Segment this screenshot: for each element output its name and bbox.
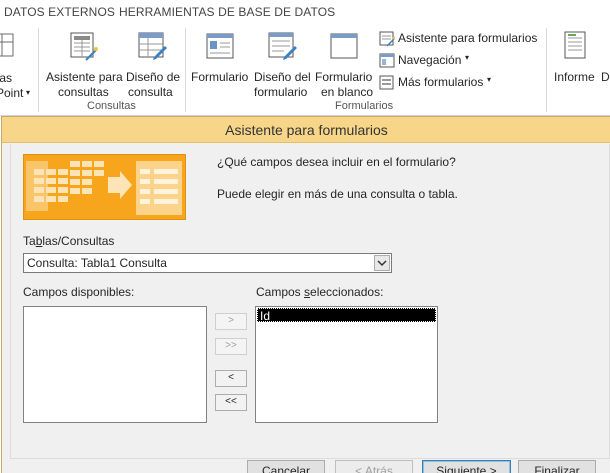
chevron-down-icon (377, 260, 387, 267)
tables-queries-value: Consulta: Tabla1 Consulta (27, 256, 167, 270)
dropdown-arrow-icon: ▾ (465, 53, 470, 62)
separator (38, 28, 39, 112)
add-field-button[interactable]: > (215, 313, 247, 330)
query-wizard-icon (70, 32, 98, 61)
dialog-footer: Cancelar < Atrás Siguiente > Finalizar (2, 460, 610, 473)
navigation-icon (379, 53, 395, 68)
sharepoint-button[interactable]: tas Point ▾ (0, 30, 38, 100)
selected-fields-label: Campos seleccionados: (256, 285, 384, 299)
ribbon-tabs: DATOS EXTERNOS HERRAMIENTAS DE BASE DE D… (0, 0, 610, 24)
table-to-form-icon (24, 155, 185, 219)
form-design-button[interactable]: Diseño del formulario (252, 28, 314, 99)
wizard-banner-illustration (23, 154, 186, 220)
wizard-hint: Puede elegir en más de una consulta o ta… (217, 187, 458, 201)
more-forms-icon (379, 75, 394, 90)
form-design-icon (268, 32, 297, 60)
group-label-consultas: Consultas (87, 100, 136, 112)
query-wizard-button[interactable]: Asistente para consultas (44, 28, 123, 99)
form-button[interactable]: Formulario (189, 28, 251, 88)
remove-field-button[interactable]: < (215, 370, 247, 387)
available-fields-label: Campos disponibles: (23, 285, 135, 299)
wizard-question: ¿Qué campos desea incluir en el formular… (217, 155, 456, 169)
report-icon (564, 31, 586, 59)
add-all-fields-button[interactable]: >> (215, 338, 247, 355)
table-icon (0, 33, 14, 57)
form-wizard-dialog: Asistente para formularios ¿Qué campos d… (1, 116, 610, 473)
finish-button[interactable]: Finalizar (518, 460, 596, 473)
back-button[interactable]: < Atrás (335, 460, 413, 473)
available-fields-list[interactable] (23, 306, 207, 423)
selected-fields-list[interactable]: Id (255, 306, 438, 423)
dialog-titlebar[interactable]: Asistente para formularios (2, 117, 610, 143)
tab-herramientas-bd[interactable]: HERRAMIENTAS DE BASE DE DATOS (119, 5, 335, 19)
dropdown-arrow-icon: ▾ (487, 75, 492, 84)
separator (185, 28, 186, 112)
separator (546, 28, 547, 112)
ribbon: tas Point ▾ Asistente para consultas Dis… (0, 24, 610, 116)
dialog-title: Asistente para formularios (225, 122, 388, 138)
list-item[interactable]: Id (257, 308, 436, 323)
blank-form-button[interactable]: Formulario en blanco (314, 28, 376, 99)
cancel-button[interactable]: Cancelar (247, 460, 325, 473)
tables-queries-label: Tablas/Consultas (23, 234, 115, 248)
report-button[interactable]: Informe (551, 28, 601, 88)
form-icon (206, 33, 234, 59)
query-design-button[interactable]: Diseño de consulta (122, 28, 182, 99)
tables-queries-combobox[interactable]: Consulta: Tabla1 Consulta (23, 253, 392, 273)
tab-datos-externos[interactable]: DATOS EXTERNOS (4, 5, 115, 19)
dropdown-arrow-icon: ▾ (26, 88, 31, 97)
query-design-icon (138, 32, 167, 60)
next-button[interactable]: Siguiente > (422, 460, 511, 473)
partial-button-label: D (601, 70, 610, 84)
group-label-formularios: Formularios (335, 100, 394, 112)
combobox-dropdown-button[interactable] (374, 255, 390, 271)
remove-all-fields-button[interactable]: << (215, 394, 247, 411)
blank-form-icon (330, 33, 358, 59)
dialog-body: ¿Qué campos desea incluir en el formular… (10, 144, 610, 459)
form-wizard-icon (379, 31, 395, 47)
